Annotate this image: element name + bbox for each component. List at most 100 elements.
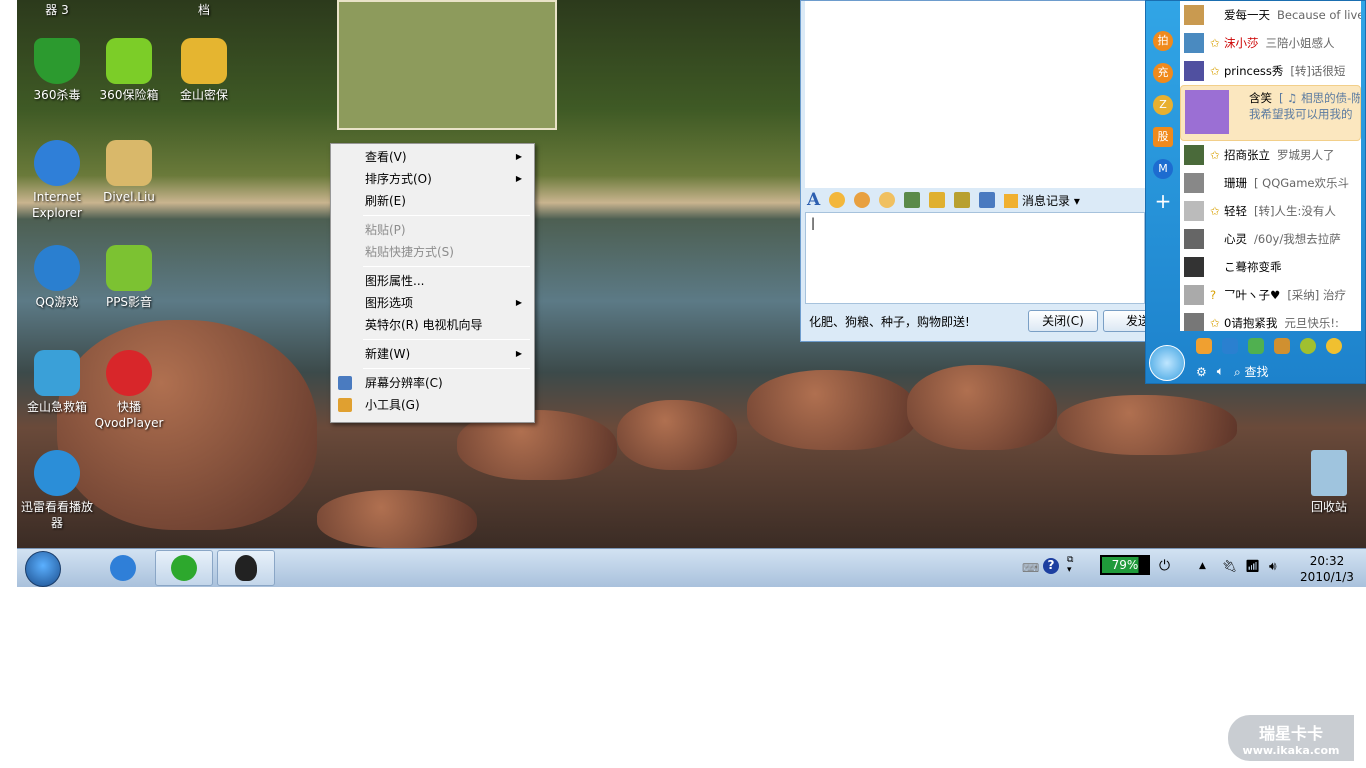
message-history-button[interactable]: 消息记录 ▾ (1004, 192, 1080, 209)
menu-item-view[interactable]: 查看(V) ▶ (333, 146, 532, 168)
friend-item[interactable]: 珊珊 [ QQGame欢乐斗 (1180, 169, 1361, 197)
desktop-icon-360-safe-box[interactable]: 360保险箱 (89, 38, 169, 103)
live-icon[interactable] (1326, 338, 1342, 354)
friend-item[interactable]: こ蓦祢变乖 (1180, 253, 1361, 281)
menu-item-paste[interactable]: 粘贴(P) (333, 219, 532, 241)
font-icon[interactable]: A (807, 190, 820, 210)
message-history-area (805, 1, 1145, 188)
avatar (1185, 90, 1229, 134)
desktop-icon-recycle-bin[interactable]: 回收站 (1289, 450, 1366, 515)
taskbar-ie-pinned[interactable] (94, 550, 152, 586)
desktop-icon-xunlei-kankan[interactable]: 迅雷看看播放器 (17, 450, 97, 531)
menu-item-sort-by[interactable]: 排序方式(O) ▶ (333, 168, 532, 190)
menu-item-paste-shortcut[interactable]: 粘贴快捷方式(S) (333, 241, 532, 263)
menu-label: 刷新(E) (365, 194, 406, 208)
menu-item-screen-resolution[interactable]: 屏幕分辨率(C) (333, 372, 532, 394)
magic-emoticon-icon[interactable] (854, 192, 871, 208)
phone-icon[interactable] (1196, 338, 1212, 354)
ad-text[interactable]: 化肥、狗粮、种子，购物即送! (809, 313, 970, 330)
desktop-icon-internet-explorer[interactable]: Internet Explorer (17, 140, 97, 221)
qq-pet-icon[interactable] (1274, 338, 1290, 354)
power-plug-icon[interactable]: ⏻ (1159, 558, 1170, 574)
desktop-icon-qvodplayer[interactable]: 快播 QvodPlayer (89, 350, 169, 431)
friend-item[interactable]: 含笑 [ ♫ 相思的债-陈 我希望我可以用我的 (1180, 85, 1361, 141)
time: 20:32 (1309, 554, 1345, 568)
keyboard-icon[interactable]: ⌨ (1022, 561, 1039, 575)
menu-item-new[interactable]: 新建(W) ▶ (333, 343, 532, 365)
taskbar-qq-window[interactable] (217, 550, 275, 586)
submenu-arrow-icon: ▶ (515, 349, 522, 358)
desktop-icon-user-folder[interactable]: Divel.Liu (89, 140, 169, 205)
desktop-icon-kingsoft-mibao[interactable]: 金山密保 (164, 38, 244, 103)
pet-icon[interactable] (1248, 338, 1264, 354)
qq-game-icon[interactable] (1222, 338, 1238, 354)
friend-item[interactable]: ? 乛叶ヽ子♥ [采纳] 治疗 (1180, 281, 1361, 309)
desktop-icon-pps[interactable]: PPS影音 (89, 245, 169, 310)
photo-app-icon[interactable]: 拍 (1153, 31, 1173, 51)
submenu-arrow-icon: ▶ (515, 174, 522, 183)
friend-name: 轻轻 (1224, 204, 1247, 218)
recharge-app-icon[interactable]: 充 (1153, 63, 1173, 83)
first-aid-kit-icon (34, 350, 80, 396)
image-icon[interactable] (904, 192, 921, 208)
mail-app-icon[interactable]: M (1153, 159, 1173, 179)
desktop-icon-360-antivirus[interactable]: 360杀毒 (17, 38, 97, 103)
friend-item[interactable]: 爱每一天 Because of live, (1180, 1, 1361, 29)
find-button[interactable]: ⌕ 查找 (1234, 363, 1269, 380)
power-icon[interactable]: 🔌︎ (1222, 559, 1237, 573)
music-icon[interactable] (1300, 338, 1316, 354)
desktop-context-menu: 查看(V) ▶ 排序方式(O) ▶ 刷新(E) 粘贴(P) 粘贴快捷方式(S) 图形… (330, 143, 535, 423)
friend-item[interactable]: ✩ 沫小莎 三陪小姐感人 (1180, 29, 1361, 57)
help-icon[interactable]: ? (1043, 558, 1059, 574)
menu-item-graphics-properties[interactable]: 图形属性... (333, 270, 532, 292)
stock-app-icon[interactable]: 股 (1153, 127, 1173, 147)
friend-signature: 三陪小姐感人 (1265, 36, 1335, 50)
menu-item-intel-tv-wizard[interactable]: 英特尔(R) 电视机向导 (333, 314, 532, 336)
emoticon-icon[interactable] (829, 192, 846, 208)
gift-icon[interactable] (954, 192, 971, 208)
volume-icon[interactable]: 🔊︎ (1269, 559, 1277, 574)
friend-name: 珊珊 (1224, 176, 1247, 190)
taskbar-browser-window[interactable] (155, 550, 213, 586)
battery-meter[interactable]: 79% (1100, 555, 1150, 575)
close-button[interactable]: 关闭(C) (1028, 310, 1098, 332)
shake-icon[interactable] (879, 192, 896, 208)
history-icon (1004, 194, 1019, 208)
music-icon[interactable] (929, 192, 946, 208)
restore-langbar-icon[interactable]: ⧉ ▾ (1067, 555, 1073, 575)
sound-icon[interactable]: 🔈︎ (1217, 364, 1224, 379)
clock[interactable]: 20:32 2010/1/3 (1297, 553, 1357, 585)
add-app-icon[interactable]: + (1153, 191, 1173, 211)
friend-item[interactable]: 心灵/60y/我想去拉萨 (1180, 225, 1361, 253)
menu-item-refresh[interactable]: 刷新(E) (333, 190, 532, 212)
watermark: 瑞星卡卡 www.ikaka.com (1228, 715, 1354, 761)
icon-label: 档 (197, 3, 210, 17)
friend-item[interactable]: ✩ princess秀 [转]话很短 (1180, 57, 1361, 85)
desktop-icon-kingsoft-rescue[interactable]: 金山急救箱 (17, 350, 97, 415)
friend-item[interactable]: ✩ 招商张立 罗城男人了 (1180, 141, 1361, 169)
menu-label: 粘贴(P) (365, 223, 406, 237)
message-input[interactable]: | (805, 212, 1145, 304)
menu-item-graphics-options[interactable]: 图形选项 ▶ (333, 292, 532, 314)
pps-icon (106, 245, 152, 291)
desktop-icon-qq-game[interactable]: QQ游戏 (17, 245, 97, 310)
friend-list[interactable]: 爱每一天 Because of live, ✩ 沫小莎 三陪小姐感人 ✩ princess秀… (1180, 1, 1361, 331)
screenshot-icon[interactable] (979, 192, 996, 208)
icon-label: 金山密保 (179, 88, 228, 102)
xunlei-icon (34, 450, 80, 496)
desktop-icon-partial[interactable]: 档 (164, 2, 244, 18)
icon-label: 360保险箱 (99, 88, 159, 102)
settings-icon[interactable]: ⚙ (1196, 365, 1207, 379)
show-hidden-icons-button[interactable]: ▲ (1199, 561, 1206, 571)
icon-label: 迅雷看看播放器 (20, 500, 93, 530)
network-warning-icon[interactable]: 📶︎ (1245, 559, 1260, 573)
desktop-icon-partial[interactable]: 器 3 (17, 2, 97, 18)
friend-item[interactable]: ✩ 0请抱紧我 元旦快乐!: (1180, 309, 1361, 331)
friend-signature: [ ♫ 相思的债-陈 (1279, 91, 1361, 105)
start-button[interactable] (25, 551, 61, 587)
friend-item[interactable]: ✩ 轻轻 [转]人生:没有人 (1180, 197, 1361, 225)
wallpaper-house (337, 0, 557, 130)
qzone-app-icon[interactable]: Z (1153, 95, 1173, 115)
menu-item-gadgets[interactable]: 小工具(G) (333, 394, 532, 416)
qq-menu-button[interactable] (1149, 345, 1185, 381)
